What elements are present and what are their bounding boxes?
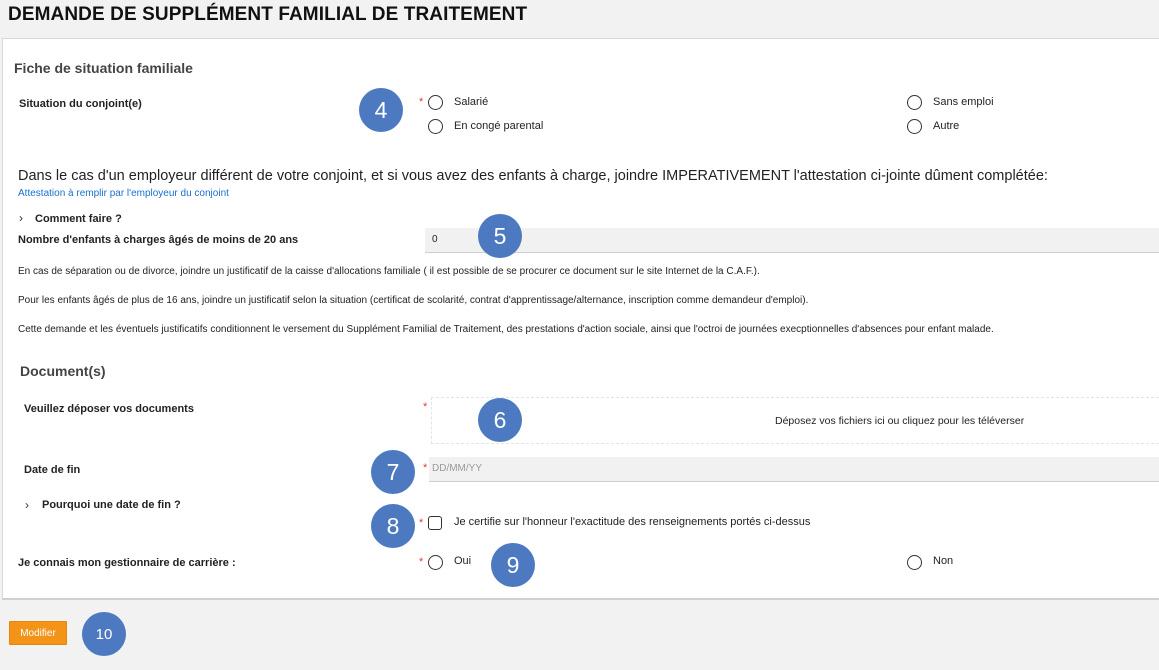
step-marker-7: 7 [371,450,415,494]
step-marker-5: 5 [478,214,522,258]
page-title: DEMANDE DE SUPPLÉMENT FAMILIAL DE TRAITE… [8,4,528,25]
children-count-value: 0 [432,234,438,245]
option-label-conge-parental: En congé parental [454,120,544,132]
info-over-16: Pour les enfants âgés de plus de 16 ans,… [18,295,809,306]
step-marker-4: 4 [359,88,403,132]
step-marker-10: 10 [82,612,126,656]
documents-section-title: Document(s) [20,363,106,379]
attestation-link[interactable]: Attestation à remplir par l'employeur du… [18,188,229,199]
radio-non[interactable] [907,555,922,570]
required-marker: * [419,96,424,108]
end-date-input[interactable]: DD/MM/YY [429,457,1159,482]
required-marker: * [423,401,428,413]
spouse-situation-label: Situation du conjoint(e) [19,98,142,110]
required-marker: * [419,556,424,568]
upload-label: Veuillez déposer vos documents [24,403,194,415]
radio-salarie[interactable] [428,95,443,110]
file-dropzone[interactable]: Déposez vos fichiers ici ou cliquez pour… [431,397,1159,444]
chevron-right-icon: › [19,211,23,225]
option-label-sans-emploi: Sans emploi [933,96,994,108]
option-label-salarie: Salarié [454,96,489,108]
manager-label: Je connais mon gestionnaire de carrière … [18,557,236,569]
info-conditions: Cette demande et les éventuels justifica… [18,324,994,335]
dropzone-text: Déposez vos fichiers ici ou cliquez pour… [775,415,1025,427]
comment-faire-toggle[interactable]: Comment faire ? [35,213,122,225]
children-count-label: Nombre d'enfants à charges âgés de moins… [18,234,299,246]
option-label-non: Non [933,555,954,567]
employer-notice-text: Dans le cas d'un employeur différent de … [18,168,1048,184]
radio-oui[interactable] [428,555,443,570]
certify-checkbox[interactable] [428,516,442,530]
step-marker-9: 9 [491,543,535,587]
radio-sans-emploi[interactable] [907,95,922,110]
option-label-autre: Autre [933,120,960,132]
info-separation: En cas de séparation ou de divorce, join… [18,266,760,277]
chevron-right-icon: › [25,498,29,512]
why-end-date-toggle[interactable]: Pourquoi une date de fin ? [42,499,181,511]
end-date-label: Date de fin [24,464,81,476]
children-count-input[interactable]: 0 [425,228,1159,253]
required-marker: * [423,462,428,474]
step-marker-8: 8 [371,504,415,548]
required-marker: * [419,517,424,529]
end-date-placeholder: DD/MM/YY [432,463,482,474]
certify-text: Je certifie sur l'honneur l'exactitude d… [454,516,811,528]
radio-autre[interactable] [907,119,922,134]
step-marker-6: 6 [478,398,522,442]
family-section-title: Fiche de situation familiale [14,60,193,76]
modify-button[interactable]: Modifier [9,621,67,645]
radio-conge-parental[interactable] [428,119,443,134]
option-label-oui: Oui [454,555,472,567]
